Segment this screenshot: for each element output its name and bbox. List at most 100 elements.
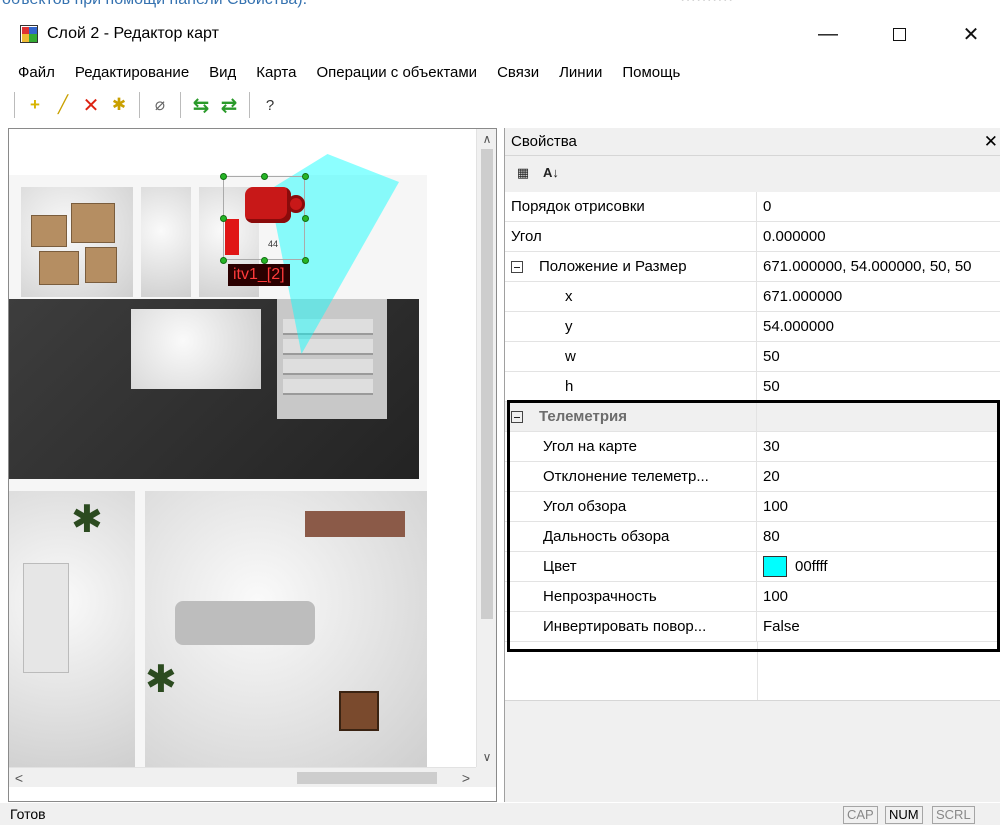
scroll-up-icon[interactable]: ∧ bbox=[477, 129, 496, 149]
window-title: Слой 2 - Редактор карт bbox=[47, 25, 219, 42]
menu-object-operations[interactable]: Операции с объектами bbox=[306, 64, 487, 81]
property-grid-empty bbox=[505, 642, 1000, 704]
color-swatch[interactable] bbox=[763, 556, 787, 577]
property-value[interactable]: 80 bbox=[757, 522, 1000, 551]
property-row[interactable]: Порядок отрисовки 0 bbox=[505, 192, 1000, 222]
close-window-button[interactable]: ✕ bbox=[948, 14, 994, 54]
collapse-toggle-icon[interactable] bbox=[511, 260, 523, 273]
property-group-value bbox=[757, 402, 1000, 431]
property-row[interactable]: x 671.000000 bbox=[505, 282, 1000, 312]
property-description-area bbox=[505, 700, 1000, 802]
horizontal-scrollbar[interactable]: < > bbox=[9, 767, 476, 787]
properties-header: Свойства ✕ bbox=[505, 128, 1000, 156]
plant-icon: ✱ bbox=[71, 499, 103, 541]
property-row-color[interactable]: Цвет 00ffff bbox=[505, 552, 1000, 582]
scroll-right-icon[interactable]: > bbox=[456, 768, 476, 788]
menu-links[interactable]: Связи bbox=[487, 64, 549, 81]
color-value: 00ffff bbox=[795, 558, 828, 575]
property-value[interactable]: 100 bbox=[757, 492, 1000, 521]
doc-text-fragment: ·········· bbox=[680, 0, 733, 9]
menu-bar: Файл Редактирование Вид Карта Операции с… bbox=[0, 58, 1000, 86]
property-value[interactable]: 30 bbox=[757, 432, 1000, 461]
resize-handle[interactable] bbox=[302, 257, 309, 264]
resize-handle[interactable] bbox=[220, 215, 227, 222]
resize-handle[interactable] bbox=[220, 257, 227, 264]
property-value[interactable]: False bbox=[757, 612, 1000, 641]
property-group-telemetry[interactable]: Телеметрия bbox=[505, 402, 1000, 432]
resize-handle[interactable] bbox=[261, 257, 268, 264]
floor-plan-canvas[interactable]: ✱ ✱ 44 itv1_[2] bbox=[9, 129, 476, 767]
sort-az-icon[interactable]: A↓ bbox=[541, 163, 561, 183]
categorized-icon[interactable]: ▦ bbox=[513, 163, 533, 183]
maximize-button[interactable] bbox=[876, 14, 922, 54]
menu-edit[interactable]: Редактирование bbox=[65, 64, 199, 81]
num-lock-indicator: NUM bbox=[885, 806, 923, 824]
property-row[interactable]: Угол 0.000000 bbox=[505, 222, 1000, 252]
edit-points-icon[interactable]: ✱ bbox=[107, 93, 131, 117]
property-row[interactable]: Отклонение телеметр... 20 bbox=[505, 462, 1000, 492]
office-left: ✱ bbox=[9, 491, 135, 767]
property-value[interactable]: 50 bbox=[757, 342, 1000, 371]
box bbox=[39, 251, 79, 285]
draw-line-icon[interactable]: ╱ bbox=[51, 93, 75, 117]
menu-file[interactable]: Файл bbox=[8, 64, 65, 81]
property-row[interactable]: Угол обзора 100 bbox=[505, 492, 1000, 522]
scroll-lock-indicator: SCRL bbox=[932, 806, 975, 824]
safe bbox=[339, 691, 379, 731]
scroll-left-icon[interactable]: < bbox=[9, 768, 29, 788]
redo-icon[interactable]: ⇄ bbox=[217, 93, 241, 117]
scroll-thumb[interactable] bbox=[481, 149, 493, 619]
undo-icon[interactable]: ⇆ bbox=[189, 93, 213, 117]
vertical-scrollbar[interactable]: ∧ ∨ bbox=[476, 129, 496, 767]
resize-handle[interactable] bbox=[220, 173, 227, 180]
plant-icon: ✱ bbox=[145, 659, 177, 701]
delete-icon[interactable]: ✕ bbox=[79, 93, 103, 117]
property-row[interactable]: h 50 bbox=[505, 372, 1000, 402]
property-name: h bbox=[505, 372, 757, 401]
scroll-down-icon[interactable]: ∨ bbox=[477, 747, 496, 767]
property-name: x bbox=[505, 282, 757, 311]
title-bar: Слой 2 - Редактор карт — ✕ bbox=[0, 14, 1000, 54]
property-name: Положение и Размер bbox=[505, 252, 757, 281]
add-point-icon[interactable]: + bbox=[23, 93, 47, 117]
doc-link-fragment[interactable]: объектов при помощи панели Свойства). bbox=[2, 0, 307, 9]
minimize-button[interactable]: — bbox=[805, 14, 851, 54]
menu-lines[interactable]: Линии bbox=[549, 64, 612, 81]
help-icon[interactable]: ? bbox=[258, 93, 282, 117]
property-value[interactable]: 0 bbox=[757, 192, 1000, 221]
property-row[interactable]: Дальность обзора 80 bbox=[505, 522, 1000, 552]
property-name: Угол на карте bbox=[505, 432, 757, 461]
camera-icon[interactable] bbox=[245, 187, 291, 223]
property-row[interactable]: Инвертировать повор... False bbox=[505, 612, 1000, 642]
menu-map[interactable]: Карта bbox=[246, 64, 306, 81]
caps-lock-indicator: CAP bbox=[843, 806, 878, 824]
map-view[interactable]: ✱ ✱ 44 itv1_[2] ∧ ∨ < > bbox=[8, 128, 497, 802]
property-value[interactable]: 20 bbox=[757, 462, 1000, 491]
property-row-position-size[interactable]: Положение и Размер 671.000000, 54.000000… bbox=[505, 252, 1000, 282]
close-properties-icon[interactable]: ✕ bbox=[984, 132, 998, 152]
menu-view[interactable]: Вид bbox=[199, 64, 246, 81]
menu-help[interactable]: Помощь bbox=[612, 64, 690, 81]
property-row[interactable]: Угол на карте 30 bbox=[505, 432, 1000, 462]
eraser-icon[interactable]: ⌀ bbox=[148, 93, 172, 117]
properties-title: Свойства bbox=[511, 133, 577, 150]
property-value[interactable]: 671.000000, 54.000000, 50, 50 bbox=[757, 252, 1000, 281]
property-row[interactable]: y 54.000000 bbox=[505, 312, 1000, 342]
property-name: Порядок отрисовки bbox=[505, 192, 757, 221]
property-value[interactable]: 50 bbox=[757, 372, 1000, 401]
resize-handle[interactable] bbox=[261, 173, 268, 180]
stair-step bbox=[283, 379, 373, 395]
property-row[interactable]: w 50 bbox=[505, 342, 1000, 372]
collapse-toggle-icon[interactable] bbox=[511, 410, 523, 423]
property-value[interactable]: 671.000000 bbox=[757, 282, 1000, 311]
property-value[interactable]: 100 bbox=[757, 582, 1000, 611]
scroll-thumb[interactable] bbox=[297, 772, 437, 784]
property-row[interactable]: Непрозрачность 100 bbox=[505, 582, 1000, 612]
property-value[interactable]: 0.000000 bbox=[757, 222, 1000, 251]
resize-handle[interactable] bbox=[302, 173, 309, 180]
property-value[interactable]: 54.000000 bbox=[757, 312, 1000, 341]
resize-handle[interactable] bbox=[302, 215, 309, 222]
property-value[interactable]: 00ffff bbox=[757, 552, 1000, 581]
property-name-label: Положение и Размер bbox=[539, 258, 687, 275]
stair-step bbox=[283, 359, 373, 375]
